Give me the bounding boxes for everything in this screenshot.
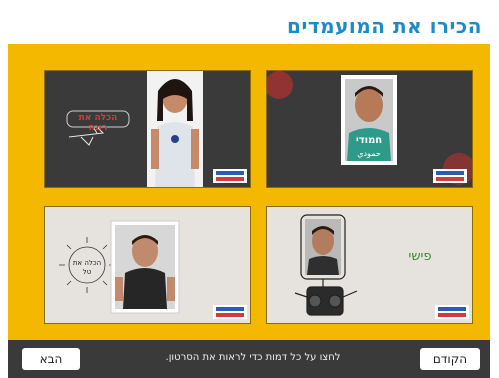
- video-logo-icon: [213, 305, 247, 319]
- previous-button[interactable]: הקודם: [420, 348, 480, 370]
- name-tag: פישי: [408, 249, 432, 264]
- candidate-photo: [305, 219, 341, 275]
- app-frame: הכירו את המועמדים הכלה את רונה חמודי حمو…: [0, 0, 499, 378]
- page-title: הכירו את המועמדים: [287, 14, 482, 38]
- title-bar: הכירו את המועמדים: [8, 10, 490, 44]
- candidate-photo: [147, 71, 203, 187]
- name-tag-subtitle: حمودي: [357, 149, 381, 158]
- instruction-text: לחצו על כל דמות כדי לראות את הסרטון.: [165, 352, 341, 363]
- next-button[interactable]: הבא: [22, 348, 80, 370]
- video-logo-icon: [435, 305, 469, 319]
- name-tag: הכלה את טל: [72, 259, 102, 276]
- candidate-card-1[interactable]: הכלה את רונה: [44, 70, 251, 188]
- name-tag: הכלה את רונה: [78, 113, 118, 133]
- candidate-card-2[interactable]: חמודי حمودي: [266, 70, 473, 188]
- video-logo-icon: [433, 169, 467, 183]
- candidate-card-3[interactable]: הכלה את טל: [44, 206, 251, 324]
- candidate-card-2-artwork: [267, 71, 472, 187]
- name-tag: חמודי: [355, 135, 383, 146]
- video-logo-icon: [213, 169, 247, 183]
- candidate-card-4[interactable]: פישי: [266, 206, 473, 324]
- candidate-photo: [115, 225, 175, 309]
- candidate-grid: הכלה את רונה חמודי حمودي הכלה את טל פישי: [8, 44, 490, 340]
- candidate-card-4-artwork: [267, 207, 472, 323]
- navigation-bar: הבא לחצו על כל דמות כדי לראות את הסרטון.…: [8, 340, 490, 378]
